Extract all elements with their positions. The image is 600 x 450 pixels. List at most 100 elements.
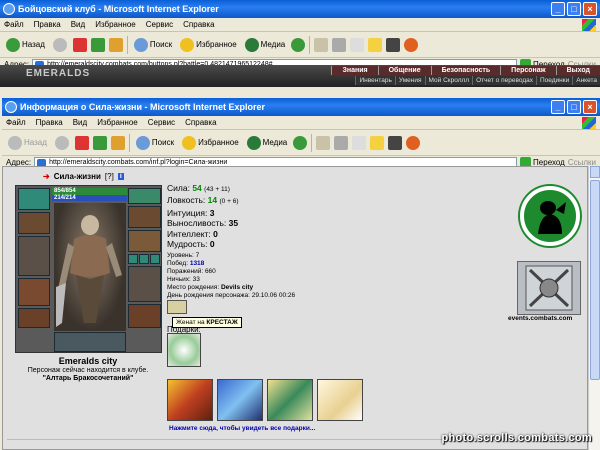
warrior-figure-icon [56, 215, 122, 327]
search-button[interactable]: Поиск [132, 35, 174, 55]
messenger-icon[interactable] [406, 135, 421, 150]
equip-slot-shield[interactable] [128, 266, 161, 302]
k-icon[interactable] [386, 37, 401, 52]
stats-list: Сила: 54 (43 + 11) Ловкость: 14 (0 + 6) … [167, 183, 238, 249]
nav-chat[interactable]: Общение [377, 66, 431, 75]
equip-slot-ring-2[interactable] [139, 254, 149, 264]
menu-tools[interactable]: Сервис [148, 118, 175, 127]
edit-icon[interactable] [350, 37, 365, 52]
all-gifts-link[interactable]: Нажмите сюда, чтобы увидеть все подарки.… [169, 425, 315, 432]
menu-file[interactable]: Файл [4, 20, 24, 29]
media-button[interactable]: Медиа [243, 35, 288, 55]
back-button[interactable]: Назад [4, 35, 47, 55]
nav-exit[interactable]: Выход [555, 66, 600, 75]
equip-slot-boots[interactable] [128, 304, 161, 328]
back-button[interactable]: Назад [6, 133, 49, 153]
stop-icon[interactable] [74, 135, 89, 150]
nav-profile[interactable]: Анкета [572, 76, 600, 85]
k-icon[interactable] [388, 135, 403, 150]
gift-card-3[interactable] [267, 379, 313, 421]
messenger-icon[interactable] [404, 37, 419, 52]
menu-favorites[interactable]: Избранное [95, 20, 136, 29]
minimize-button[interactable]: _ [551, 2, 565, 16]
history-icon[interactable] [293, 135, 308, 150]
refresh-icon[interactable] [92, 135, 107, 150]
scroll-thumb[interactable] [590, 180, 600, 380]
nav-scroll[interactable]: Мой Скроллл [424, 76, 473, 85]
print-icon[interactable] [334, 135, 349, 150]
wins: Побед: 1318 [167, 260, 205, 267]
mail-icon[interactable] [316, 135, 331, 150]
equip-slot-gloves[interactable] [128, 230, 161, 252]
gift-card-2[interactable] [217, 379, 263, 421]
character-details: Уровень: 7 Побед: 1318 Поражений: 660 Ни… [167, 252, 295, 300]
vertical-scrollbar[interactable] [588, 166, 600, 450]
refresh-icon[interactable] [90, 37, 105, 52]
nav-knowledge[interactable]: Знания [331, 66, 378, 75]
windows-logo-icon [582, 117, 596, 129]
gift-flowers[interactable] [167, 333, 201, 367]
menu-tools[interactable]: Сервис [146, 20, 173, 29]
menu-favorites[interactable]: Избранное [97, 118, 138, 127]
equip-slot-helmet[interactable] [128, 188, 161, 204]
edit-icon[interactable] [352, 135, 367, 150]
print-icon[interactable] [332, 37, 347, 52]
equip-slot-ring-3[interactable] [150, 254, 160, 264]
search-button[interactable]: Поиск [134, 133, 176, 153]
folder-icon[interactable] [370, 135, 385, 150]
equip-slot-armor[interactable] [18, 278, 50, 306]
menu-edit[interactable]: Правка [36, 118, 63, 127]
wins-link[interactable]: 1318 [190, 260, 204, 267]
equip-slot-ring-1[interactable] [128, 254, 138, 264]
equip-slot-belt[interactable] [18, 308, 50, 328]
sword-banner-icon [525, 265, 573, 311]
forward-button[interactable] [53, 133, 71, 153]
menu-file[interactable]: Файл [6, 118, 26, 127]
toolbar-separator [126, 35, 128, 54]
close-button[interactable]: × [583, 2, 597, 16]
nav-inventory[interactable]: Инвентарь [355, 76, 395, 85]
home-icon[interactable] [110, 135, 125, 150]
close-button[interactable]: × [583, 100, 597, 114]
stop-icon[interactable] [72, 37, 87, 52]
equip-slot-bracers[interactable] [128, 206, 161, 228]
home-icon[interactable] [108, 37, 123, 52]
history-icon[interactable] [291, 37, 306, 52]
gift-card-1[interactable] [167, 379, 213, 421]
equip-slot-amulet[interactable] [18, 212, 50, 234]
forward-arrow-icon [52, 37, 67, 52]
nav-skills[interactable]: Умения [394, 76, 425, 85]
media-button[interactable]: Медиа [245, 133, 290, 153]
menu-edit[interactable]: Правка [34, 20, 61, 29]
menu-view[interactable]: Вид [73, 118, 87, 127]
nav-character[interactable]: Персонаж [500, 66, 556, 75]
help-link[interactable]: [?] [105, 172, 114, 181]
mail-icon[interactable] [314, 37, 329, 52]
toolbar-separator [128, 133, 130, 152]
menu-view[interactable]: Вид [71, 20, 85, 29]
forward-button[interactable] [51, 35, 69, 55]
nav-security[interactable]: Безопасность [430, 66, 501, 75]
equip-slot-misc[interactable] [54, 332, 126, 352]
scroll-up-button[interactable] [590, 166, 600, 178]
menu-help[interactable]: Справка [183, 20, 214, 29]
maximize-button[interactable]: □ [567, 100, 581, 114]
equip-slot-weapon[interactable] [18, 236, 50, 276]
favorites-button[interactable]: Избранное [178, 35, 239, 55]
stat-intuition: Интуиция: 3 [167, 207, 215, 218]
events-link[interactable]: events.combats.com [508, 315, 572, 322]
info-icon[interactable]: i [117, 173, 124, 180]
folder-icon[interactable] [368, 37, 383, 52]
events-banner[interactable] [517, 261, 581, 315]
nav-transfers[interactable]: Отчет о переводах [472, 76, 536, 85]
menu-help[interactable]: Справка [185, 118, 216, 127]
maximize-button[interactable]: □ [567, 2, 581, 16]
character-header: ➔ Сила-жизни [?] i [43, 172, 124, 181]
favorites-button[interactable]: Избранное [180, 133, 241, 153]
equip-slot-earrings[interactable] [18, 188, 50, 210]
wedding-ring-item[interactable] [167, 300, 187, 314]
minimize-button[interactable]: _ [551, 100, 565, 114]
nav-battles[interactable]: Поединки [535, 76, 573, 85]
gift-card-4[interactable] [317, 379, 363, 421]
arrow-icon: ➔ [43, 172, 50, 181]
